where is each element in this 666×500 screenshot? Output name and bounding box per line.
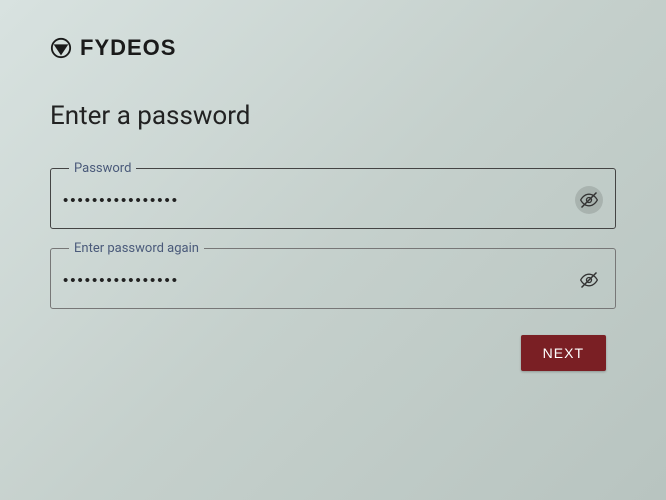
password-field[interactable]: Password <box>50 161 616 229</box>
eye-off-icon <box>579 189 599 211</box>
page-title: Enter a password <box>50 101 616 131</box>
toggle-password-visibility-button[interactable] <box>575 186 603 214</box>
brand-logo-icon <box>50 37 72 59</box>
confirm-password-label: Enter password again <box>69 241 204 256</box>
confirm-password-input[interactable] <box>63 272 575 289</box>
password-input[interactable] <box>63 192 575 209</box>
brand-row: FYDEOS <box>50 35 616 61</box>
confirm-password-field[interactable]: Enter password again <box>50 241 616 309</box>
password-label: Password <box>69 161 136 176</box>
eye-off-icon <box>579 269 599 291</box>
brand-name: FYDEOS <box>80 35 176 61</box>
toggle-confirm-visibility-button[interactable] <box>575 266 603 294</box>
next-button[interactable]: NEXT <box>521 335 606 371</box>
